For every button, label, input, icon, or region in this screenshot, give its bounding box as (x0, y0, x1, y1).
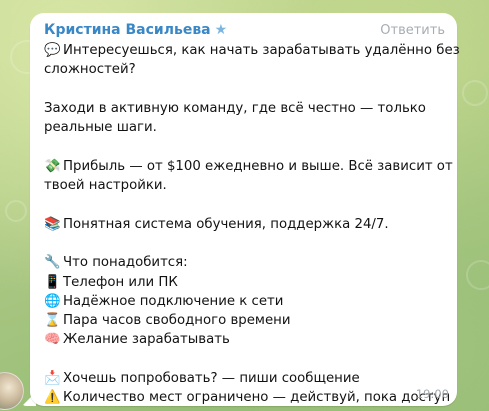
message-line: реальные шаги. (44, 118, 445, 137)
line-text: Желание зарабатывать (63, 332, 230, 348)
line-text: Прибыль — от $100 ежедневно и выше. Всё … (63, 158, 453, 174)
message-line: ⌛ Пара часов свободного времени (44, 311, 445, 330)
message-line: 📚 Понятная система обучения, поддержка 24… (44, 215, 445, 234)
message-header: Кристина Васильева ★ Ответить (44, 20, 445, 40)
sender-name[interactable]: Кристина Васильева (44, 22, 211, 38)
emoji-icon: ⚠️ (44, 390, 61, 406)
reply-button[interactable]: Ответить (380, 23, 445, 38)
emoji-icon: ⌛ (44, 313, 61, 329)
message-text: 💬 Интересуешься, как начать зарабатывать … (44, 41, 460, 411)
star-icon: ★ (214, 22, 228, 38)
emoji-icon: 🌐 (44, 293, 61, 309)
line-text: Хочешь попробовать? — пиши сообщение (63, 371, 360, 387)
emoji-icon: 🔧 (44, 255, 61, 271)
message-line: ⚠️ Количество мест ограничено — действуй,… (44, 388, 450, 407)
message-line: 🔧 Что понадобится: (44, 253, 445, 272)
line-text: Заходи в активную команду, где всё честн… (44, 100, 426, 116)
message-line: Заходи в активную команду, где всё честн… (44, 99, 445, 118)
line-text: сложностей? (44, 62, 136, 78)
line-text: Пара часов свободного времени (63, 313, 291, 329)
emoji-icon: 📩 (44, 371, 61, 387)
line-text: Телефон или ПК (63, 274, 178, 290)
message-line: твоей настройки. (44, 176, 445, 195)
line-text: Интересуешься, как начать зарабатывать у… (63, 43, 460, 58)
emoji-icon: 🧠 (44, 332, 61, 348)
message-line: 📩 Хочешь попробовать? — пиши сообщение (44, 369, 445, 388)
message-line: 📱 Телефон или ПК (44, 273, 445, 292)
emoji-icon: 📱 (44, 274, 61, 290)
line-text: Количество мест ограничено — действуй, п… (63, 390, 451, 406)
message-line: 🌐 Надёжное подключение к сети (44, 292, 445, 311)
message-time: 19:00 (415, 387, 449, 401)
message-line: 💸 Прибыль — от $100 ежедневно и выше. Всё… (44, 157, 453, 176)
line-text: Понятная система обучения, поддержка 24/… (63, 216, 389, 232)
emoji-icon: 📚 (44, 216, 61, 232)
message-line: 🧠 Желание зарабатывать (44, 330, 445, 349)
sender-avatar[interactable] (0, 372, 24, 410)
emoji-icon: 💸 (44, 158, 61, 174)
line-text: твоей настройки. (44, 178, 167, 194)
message-bubble[interactable]: Кристина Васильева ★ Ответить 💬 Интересуе… (30, 13, 460, 411)
message-line: сложностей? (44, 60, 445, 79)
line-text: реальные шаги. (44, 120, 157, 136)
line-text: Надёжное подключение к сети (63, 293, 284, 309)
emoji-icon: 💬 (44, 43, 61, 58)
line-text: Что понадобится: (63, 255, 188, 271)
message-line: 💬 Интересуешься, как начать зарабатывать … (44, 41, 460, 60)
message-line: открыт. (44, 408, 445, 411)
